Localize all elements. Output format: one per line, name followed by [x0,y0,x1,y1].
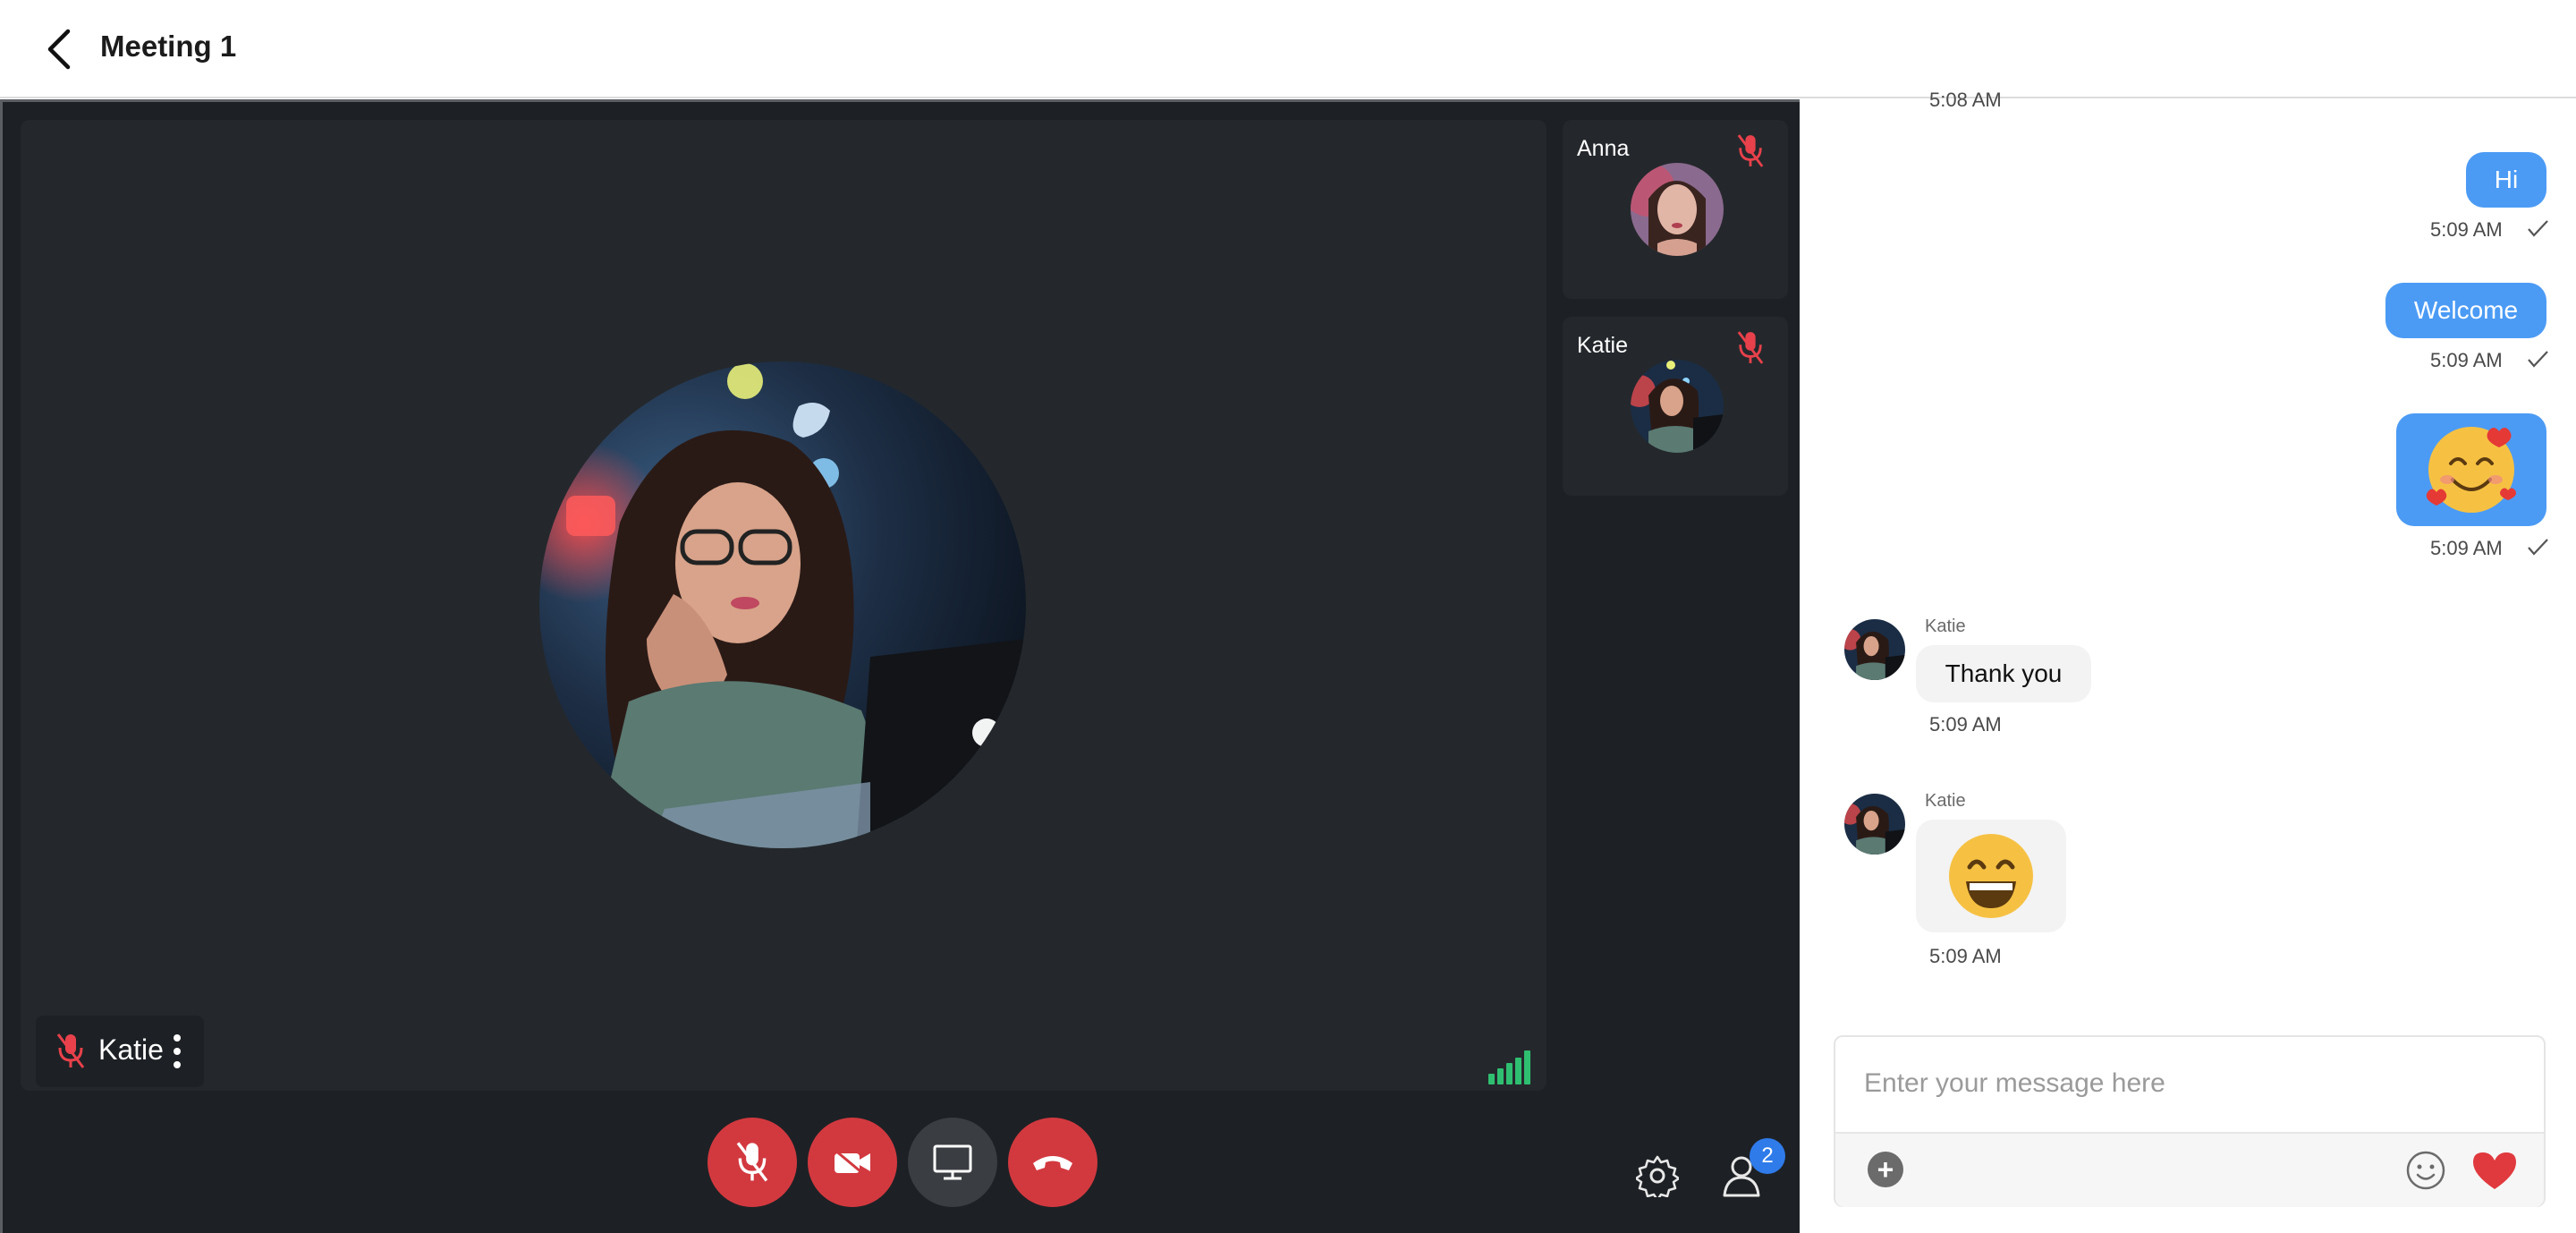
participant-name: Anna [1577,136,1630,161]
heart-send-icon[interactable] [2470,1150,2519,1191]
participant-name: Katie [1577,333,1628,358]
mic-off-icon [736,1142,768,1182]
main-participant-name: Katie [98,1033,164,1066]
more-options-icon[interactable] [170,1032,184,1071]
page-title: Meeting 1 [100,30,237,63]
checkmark-icon [2528,351,2548,368]
message-composer: + [1834,1035,2546,1207]
mic-off-icon [56,1033,85,1068]
participant-tile-katie[interactable]: Katie [1563,317,1788,496]
hang-up-icon [1033,1156,1072,1170]
top-bar: Meeting 1 [0,0,2576,98]
sender-avatar [1844,619,1905,680]
participant-tile-anna[interactable]: Anna [1563,120,1788,299]
sent-message[interactable]: Welcome [2385,283,2546,338]
chevron-left-icon [47,29,71,70]
end-call-button[interactable] [1008,1118,1097,1207]
main-video-tile[interactable]: Katie [21,120,1546,1091]
main-participant-name-tag: Katie [36,1016,204,1087]
checkmark-icon [2528,539,2548,556]
screen-share-button[interactable] [908,1118,997,1207]
back-button[interactable] [36,25,80,73]
participants-count-badge: 2 [1750,1138,1785,1174]
message-time: 5:08 AM [1929,89,2002,111]
camera-button[interactable] [808,1118,897,1207]
participant-avatar [1631,163,1724,256]
sent-message[interactable]: Hi [2466,152,2546,208]
emoji-picker-icon[interactable] [2404,1149,2447,1192]
sender-name: Katie [1925,616,1966,636]
smiling-face-with-hearts-icon [2426,427,2516,513]
message-input[interactable] [1835,1037,2544,1130]
video-off-icon [834,1148,870,1178]
attach-plus-icon[interactable]: + [1868,1152,1903,1187]
message-time: 5:09 AM [1929,713,2002,736]
signal-strength-icon [1488,1050,1530,1084]
grinning-face-icon [1949,834,2033,918]
received-message[interactable]: Thank you [1916,645,2091,702]
video-panel: Katie Anna Katie 2 [0,99,1800,1233]
message-time: 5:09 AM [2430,349,2503,371]
mic-off-icon [1737,331,1764,364]
sender-name: Katie [1925,791,1966,811]
settings-gear-icon[interactable] [1636,1154,1679,1197]
received-emoji-message[interactable] [1916,820,2066,932]
message-time: 5:09 AM [1929,945,2002,967]
sender-avatar [1844,794,1905,855]
mute-button[interactable] [708,1118,797,1207]
checkmark-icon [2528,220,2548,237]
message-time: 5:09 AM [2430,218,2503,241]
sent-emoji-message[interactable] [2396,413,2546,526]
main-participant-avatar [539,361,1026,848]
composer-toolbar: + [1835,1132,2544,1207]
participant-avatar [1631,360,1724,453]
mic-off-icon [1737,134,1764,167]
message-time: 5:09 AM [2430,537,2503,559]
monitor-icon [933,1144,972,1180]
